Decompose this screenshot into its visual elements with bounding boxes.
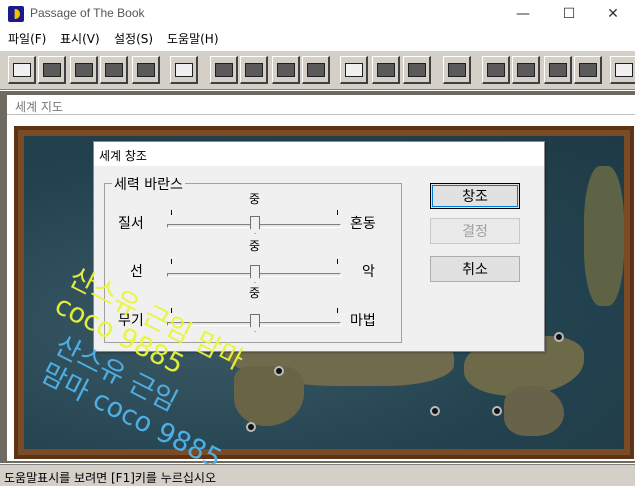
bag-icon bbox=[276, 62, 295, 77]
app-logo-icon bbox=[8, 6, 24, 22]
window-title: Passage of The Book bbox=[30, 6, 145, 20]
help-icon bbox=[614, 62, 633, 77]
maximize-button[interactable]: ☐ bbox=[546, 0, 592, 28]
slider-tick bbox=[171, 210, 172, 215]
key-button[interactable] bbox=[512, 56, 540, 84]
sparkle-button[interactable] bbox=[170, 56, 198, 84]
info-person-button[interactable] bbox=[403, 56, 431, 84]
panel-button[interactable] bbox=[302, 56, 330, 84]
table-button[interactable] bbox=[132, 56, 160, 84]
dialog-titlebar: 세계 창조 bbox=[94, 142, 544, 166]
slider-good-right-label: 악 bbox=[362, 264, 375, 280]
copy-button[interactable] bbox=[544, 56, 572, 84]
menu-bar: 파일(F) 표시(V) 설정(S) 도움말(H) bbox=[0, 28, 635, 48]
open-hand-icon bbox=[447, 62, 466, 77]
title-bar: Passage of The Book — ☐ ✕ bbox=[0, 0, 635, 28]
create-button[interactable]: 창조 bbox=[430, 183, 520, 209]
shield-sword-icon bbox=[214, 62, 233, 77]
slider-good-mid-label: 중 bbox=[249, 239, 261, 253]
map-icon bbox=[74, 62, 93, 77]
city-marker[interactable] bbox=[430, 406, 440, 416]
slider-tick bbox=[337, 210, 338, 215]
map-button[interactable] bbox=[70, 56, 98, 84]
hand-give-button[interactable] bbox=[372, 56, 400, 84]
sparkle-icon bbox=[174, 62, 193, 77]
status-text: 도움말표시를 보려면 [F1]키를 누르십시오 bbox=[4, 471, 216, 485]
city-marker[interactable] bbox=[554, 332, 564, 342]
table-icon bbox=[136, 62, 155, 77]
grid-button[interactable] bbox=[482, 56, 510, 84]
city-marker[interactable] bbox=[246, 422, 256, 432]
help-button[interactable] bbox=[610, 56, 635, 84]
menu-settings[interactable]: 설정(S) bbox=[114, 30, 153, 47]
close-button[interactable]: ✕ bbox=[590, 0, 635, 28]
city-marker[interactable] bbox=[274, 366, 284, 376]
list-button[interactable] bbox=[100, 56, 128, 84]
menu-file[interactable]: 파일(F) bbox=[8, 30, 46, 47]
star-button[interactable] bbox=[240, 56, 268, 84]
key-icon bbox=[516, 62, 535, 77]
slider-weapon-right-label: 마법 bbox=[350, 313, 376, 329]
list-icon bbox=[104, 62, 123, 77]
pyramid-icon bbox=[578, 62, 597, 77]
card-icon bbox=[42, 62, 61, 77]
balance-group-title: 세력 바란스 bbox=[112, 174, 185, 194]
hand-give-icon bbox=[376, 62, 395, 77]
open-hand-button[interactable] bbox=[443, 56, 471, 84]
slider-order-left-label: 질서 bbox=[118, 216, 144, 232]
pyramid-button[interactable] bbox=[574, 56, 602, 84]
panel-icon bbox=[306, 62, 325, 77]
slider-tick bbox=[337, 308, 338, 313]
city-marker[interactable] bbox=[492, 406, 502, 416]
slider-weapon-mid-label: 중 bbox=[249, 286, 261, 300]
shield-sword-button[interactable] bbox=[210, 56, 238, 84]
info-person-icon bbox=[407, 62, 426, 77]
status-bar: 도움말표시를 보려면 [F1]키를 누르십시오 bbox=[0, 464, 635, 486]
world-map-title: 세계 지도 bbox=[15, 100, 63, 114]
menu-view[interactable]: 표시(V) bbox=[60, 30, 100, 47]
land-mass bbox=[504, 386, 564, 436]
slider-tick bbox=[171, 259, 172, 264]
menu-help[interactable]: 도움말(H) bbox=[167, 30, 219, 47]
land-mass bbox=[584, 166, 624, 306]
card-button[interactable] bbox=[38, 56, 66, 84]
land-mass bbox=[234, 366, 304, 426]
slider-tick bbox=[337, 259, 338, 264]
lips-button[interactable] bbox=[340, 56, 368, 84]
slider-good-left-label: 선 bbox=[130, 264, 143, 280]
decide-button[interactable]: 결정 bbox=[430, 218, 520, 244]
toolbar bbox=[0, 50, 635, 90]
window-icon bbox=[12, 62, 31, 77]
minimize-button[interactable]: — bbox=[500, 0, 546, 28]
bag-button[interactable] bbox=[272, 56, 300, 84]
slider-order-right-label: 혼동 bbox=[350, 216, 376, 232]
cancel-button[interactable]: 취소 bbox=[430, 256, 520, 282]
dialog-title: 세계 창조 bbox=[99, 149, 147, 163]
lips-icon bbox=[344, 62, 363, 77]
window-button[interactable] bbox=[8, 56, 36, 84]
copy-icon bbox=[548, 62, 567, 77]
star-icon bbox=[244, 62, 263, 77]
world-map-titlebar: 세계 지도 bbox=[7, 95, 635, 115]
grid-icon bbox=[486, 62, 505, 77]
slider-order-mid-label: 중 bbox=[249, 192, 261, 206]
